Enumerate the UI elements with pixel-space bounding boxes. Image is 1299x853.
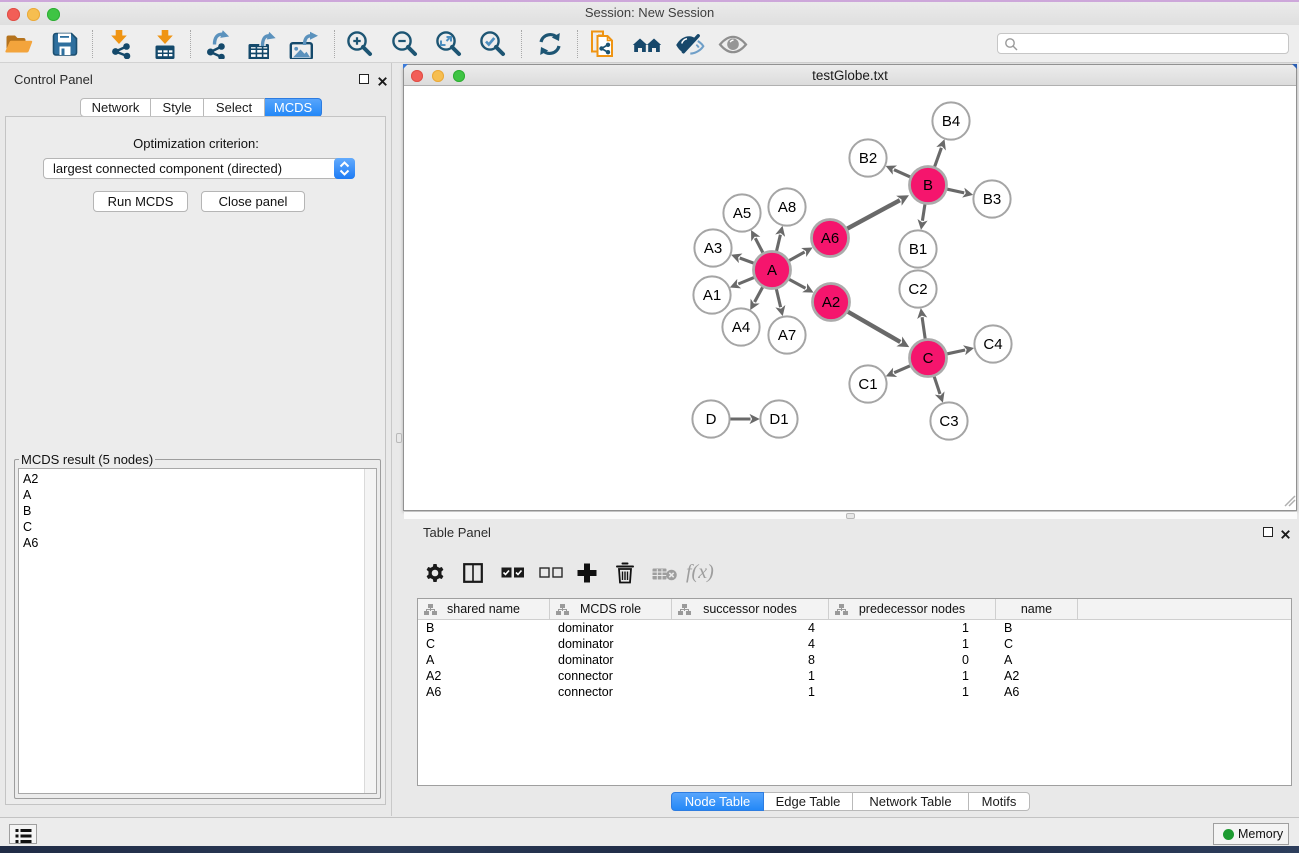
svg-text:B4: B4 (942, 113, 960, 130)
svg-text:B3: B3 (983, 191, 1001, 208)
svg-text:C3: C3 (939, 413, 958, 430)
svg-text:A6: A6 (821, 230, 839, 247)
svg-text:B2: B2 (859, 150, 877, 167)
svg-text:B1: B1 (909, 241, 927, 258)
svg-text:A2: A2 (822, 294, 840, 311)
svg-text:C4: C4 (983, 336, 1002, 353)
svg-text:A8: A8 (778, 199, 796, 216)
svg-text:A1: A1 (703, 287, 721, 304)
svg-text:B: B (923, 177, 933, 194)
svg-text:D1: D1 (769, 411, 788, 428)
svg-text:A3: A3 (704, 240, 722, 257)
svg-text:A: A (767, 262, 777, 279)
svg-text:C2: C2 (908, 281, 927, 298)
svg-text:D: D (706, 411, 717, 428)
svg-text:A4: A4 (732, 319, 750, 336)
svg-text:C1: C1 (858, 376, 877, 393)
svg-text:C: C (923, 350, 934, 367)
svg-text:A5: A5 (733, 205, 751, 222)
svg-text:A7: A7 (778, 327, 796, 344)
